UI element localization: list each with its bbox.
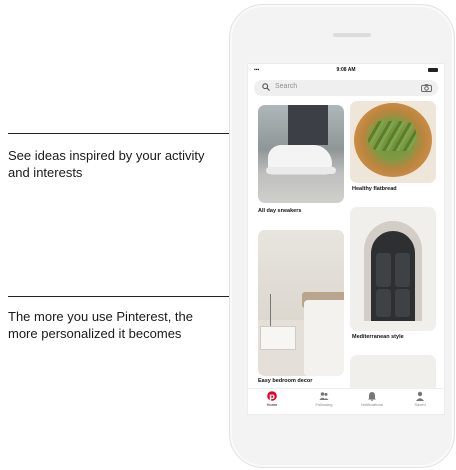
nav-label: Following bbox=[315, 402, 333, 407]
search-icon bbox=[262, 83, 270, 91]
status-bar: ▪▪▪ 9:08 AM bbox=[248, 64, 444, 76]
pin-caption: Mediterranean style bbox=[352, 334, 404, 340]
battery-icon bbox=[428, 68, 438, 72]
pin-door[interactable] bbox=[350, 207, 436, 331]
pin-image-bed bbox=[304, 300, 344, 376]
pinterest-logo-icon: p bbox=[267, 391, 277, 401]
pin-image-pants bbox=[288, 105, 328, 145]
nav-label: Home bbox=[266, 402, 278, 407]
phone-screen: ▪▪▪ 9:08 AM Search All day sneakers Heal… bbox=[247, 63, 445, 415]
pin-image-lamp bbox=[270, 294, 279, 326]
bottom-nav: p Home Following Notifications Saved bbox=[248, 388, 444, 414]
callout-text-2: The more you use Pinterest, the more per… bbox=[8, 309, 193, 341]
pin-caption: Healthy flatbread bbox=[352, 186, 397, 192]
nav-item-following[interactable]: Following bbox=[304, 391, 344, 407]
nav-label: Notifications bbox=[361, 402, 383, 407]
nav-item-home[interactable]: p Home bbox=[252, 391, 292, 407]
pin-flatbread[interactable] bbox=[350, 101, 436, 183]
door-panel bbox=[376, 253, 391, 287]
nav-item-saved[interactable]: Saved bbox=[400, 391, 440, 407]
pin-image-asparagus bbox=[368, 121, 416, 151]
svg-text:p: p bbox=[269, 392, 275, 401]
door-panel bbox=[395, 253, 410, 287]
search-input[interactable]: Search bbox=[275, 83, 297, 90]
person-icon bbox=[416, 391, 424, 401]
pin-sneakers[interactable] bbox=[258, 105, 344, 203]
nav-label: Saved bbox=[414, 402, 426, 407]
door-panel bbox=[376, 289, 391, 317]
pin-image-door bbox=[371, 231, 415, 321]
pin-image-sole bbox=[266, 167, 336, 174]
pin-image-nightstand bbox=[260, 326, 296, 350]
door-panel bbox=[395, 289, 410, 317]
bell-icon bbox=[368, 392, 376, 401]
people-icon bbox=[319, 392, 329, 400]
nav-item-notifications[interactable]: Notifications bbox=[352, 391, 392, 407]
camera-icon[interactable] bbox=[421, 84, 432, 92]
callout-text-1: See ideas inspired by your activity and … bbox=[8, 148, 205, 180]
status-time: 9:08 AM bbox=[336, 67, 356, 73]
callout-line-1 bbox=[8, 133, 241, 134]
phone-speaker bbox=[333, 33, 371, 37]
callout-line-2 bbox=[8, 296, 241, 297]
pin-bedroom[interactable] bbox=[258, 230, 344, 376]
pin-caption: All day sneakers bbox=[258, 208, 302, 214]
search-bar[interactable]: Search bbox=[254, 80, 438, 96]
pin-caption: Easy bedroom decor bbox=[258, 378, 313, 384]
